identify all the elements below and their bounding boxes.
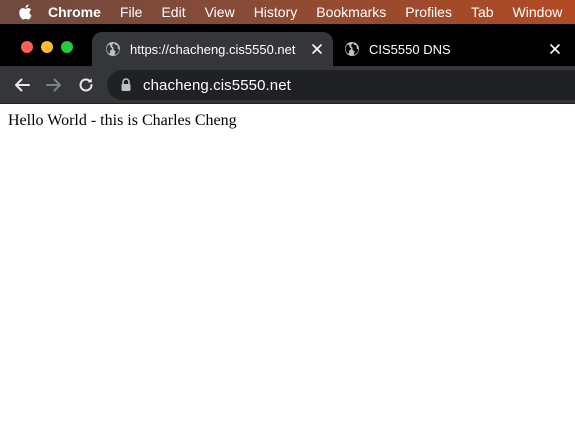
menu-history[interactable]: History bbox=[254, 0, 298, 24]
lock-icon[interactable] bbox=[120, 78, 132, 92]
tab-inactive[interactable]: CIS5550 DNS bbox=[333, 32, 575, 66]
tab-title: CIS5550 DNS bbox=[369, 41, 451, 57]
address-bar[interactable]: chacheng.cis5550.net bbox=[107, 70, 575, 100]
window-close-button[interactable] bbox=[21, 41, 33, 53]
tab-title: https://chacheng.cis5550.net bbox=[130, 41, 296, 57]
tab-active[interactable]: https://chacheng.cis5550.net bbox=[92, 32, 333, 66]
browser-toolbar: chacheng.cis5550.net bbox=[0, 66, 575, 104]
back-arrow-icon[interactable] bbox=[12, 75, 32, 95]
page-body-text: Hello World - this is Charles Cheng bbox=[8, 112, 237, 129]
close-icon[interactable] bbox=[311, 43, 323, 55]
reload-icon[interactable] bbox=[76, 75, 96, 95]
menu-window[interactable]: Window bbox=[513, 0, 563, 24]
menu-edit[interactable]: Edit bbox=[161, 0, 185, 24]
tab-strip: https://chacheng.cis5550.net CIS5550 DNS bbox=[0, 24, 575, 66]
url-text[interactable]: chacheng.cis5550.net bbox=[143, 77, 291, 94]
menu-view[interactable]: View bbox=[205, 0, 235, 24]
menu-file[interactable]: File bbox=[120, 0, 143, 24]
globe-icon bbox=[105, 41, 121, 57]
globe-icon bbox=[344, 41, 360, 57]
close-icon[interactable] bbox=[549, 43, 561, 55]
apple-logo-icon[interactable] bbox=[18, 4, 32, 20]
menu-bookmarks[interactable]: Bookmarks bbox=[316, 0, 386, 24]
window-minimize-button[interactable] bbox=[41, 41, 53, 53]
menu-chrome[interactable]: Chrome bbox=[48, 0, 101, 24]
forward-arrow-icon[interactable] bbox=[44, 75, 64, 95]
window-zoom-button[interactable] bbox=[61, 41, 73, 53]
menu-bar: Chrome File Edit View History Bookmarks … bbox=[0, 0, 575, 24]
screen: Chrome File Edit View History Bookmarks … bbox=[0, 0, 575, 441]
page-content: Hello World - this is Charles Cheng bbox=[0, 104, 575, 441]
menu-profiles[interactable]: Profiles bbox=[405, 0, 452, 24]
menu-tab[interactable]: Tab bbox=[471, 0, 494, 24]
